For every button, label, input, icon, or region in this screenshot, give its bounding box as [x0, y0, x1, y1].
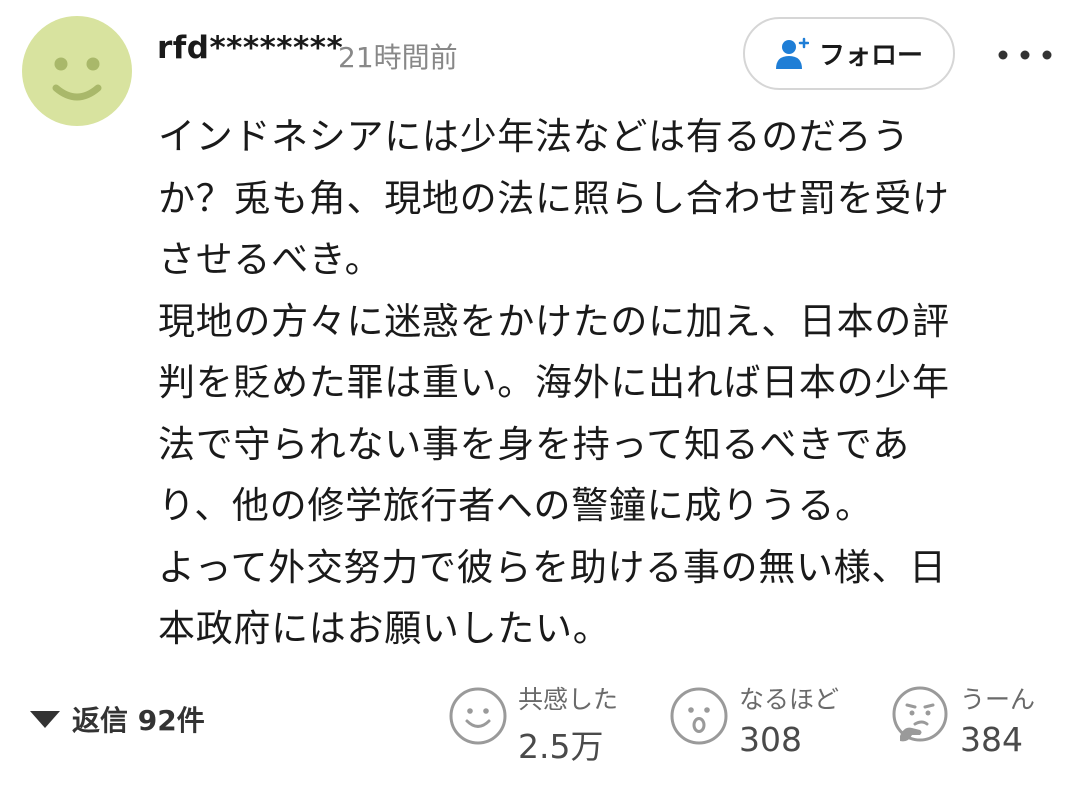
- reaction-empathy-button[interactable]: 共感した 2.5万: [448, 676, 648, 766]
- add-user-icon: [775, 37, 809, 69]
- timestamp: 21時間前: [338, 41, 458, 74]
- comment-line: インドネシアには少年法などは有るのだろう: [158, 115, 910, 158]
- reaction-hmm-button[interactable]: うーん 384: [890, 676, 1070, 766]
- comment-line: 法で守られない事を身を持って知るべきであ: [158, 422, 910, 466]
- reaction-insight-button[interactable]: なるほど 308: [669, 676, 869, 766]
- reaction-count: 308: [739, 720, 802, 759]
- comment-text: インドネシアには少年法などは有るのだろう か？兎も角、現地の法に照らし合わせ罰を…: [158, 106, 1038, 660]
- comment-line: 現地の方々に迷惑をかけたのに加え、日本の評: [158, 299, 950, 343]
- thinking-face-icon: [892, 686, 948, 742]
- comment-line: 本政府にはお願いしたい。: [158, 607, 611, 650]
- comment-line: よって外交努力で彼らを助ける事の無い様、日: [158, 545, 947, 589]
- reaction-label: なるほど: [739, 685, 840, 714]
- replies-toggle-button[interactable]: 返信 92件: [28, 697, 205, 741]
- comment-line: 判を貶めた罪は重い。海外に出れば日本の少年: [158, 361, 950, 404]
- follow-label: フォロー: [818, 41, 923, 71]
- reaction-label: 共感した: [518, 685, 619, 714]
- more-dots-icon: [998, 50, 1052, 60]
- comment-line: り、他の修学旅行者への警鐘に成りうる。: [158, 484, 873, 527]
- reaction-count: 384: [960, 720, 1023, 759]
- username[interactable]: rfd********: [157, 30, 343, 66]
- comment-line: か？兎も角、現地の法に照らし合わせ罰を受け: [158, 176, 950, 220]
- smile-avatar-icon: [52, 57, 102, 101]
- smile-face-icon: [449, 687, 507, 745]
- follow-button[interactable]: フォロー: [743, 17, 955, 90]
- surprised-face-icon: [670, 687, 728, 745]
- reaction-label: うーん: [960, 685, 1036, 714]
- more-options-button[interactable]: [990, 30, 1060, 80]
- reaction-count: 2.5万: [518, 727, 604, 766]
- replies-count-label: 返信 92件: [72, 704, 205, 737]
- user-avatar[interactable]: [22, 16, 132, 126]
- triangle-down-icon: [30, 711, 60, 728]
- comment-line: させるべき。: [158, 238, 383, 281]
